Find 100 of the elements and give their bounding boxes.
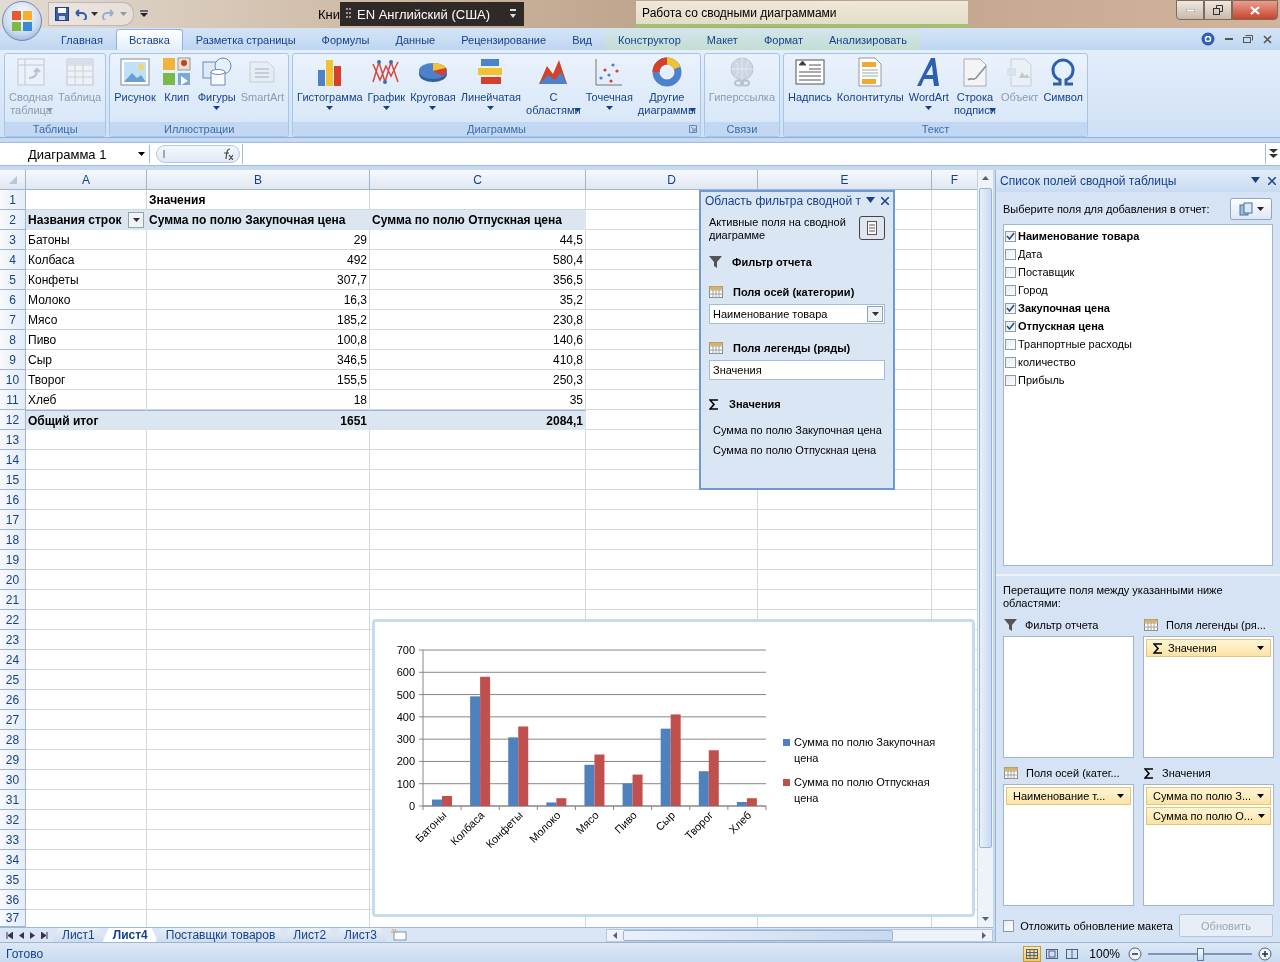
language-bar[interactable]: EN Английский (США) [340,2,525,26]
field-button[interactable]: Сумма по полю З... [1146,787,1271,805]
dropdown-field[interactable]: Наименование товара [709,304,885,324]
row-number[interactable]: 2 [0,210,26,230]
ribbon-tab[interactable]: Вид [559,29,606,50]
row-number[interactable]: 15 [0,470,26,490]
field-label[interactable]: Город [1018,284,1048,296]
close-icon[interactable] [1268,177,1276,185]
drop-area[interactable]: Наименование т... [1003,784,1134,906]
field-button[interactable]: Значения [1146,639,1271,657]
field-label[interactable]: Поставщик [1018,266,1075,278]
zoom-level[interactable]: 100% [1089,947,1120,961]
ribbon-button[interactable]: Другие диаграммы [635,56,698,122]
ribbon-button[interactable]: С областями [524,56,583,122]
field-label[interactable]: Дата [1018,248,1043,260]
minimize-button[interactable] [1176,0,1204,20]
first-sheet-icon[interactable] [6,931,13,939]
view-button[interactable] [1023,946,1042,962]
row-number[interactable]: 22 [0,610,26,630]
ribbon-tab[interactable]: Рецензирование [448,29,560,50]
checkbox[interactable] [1005,284,1016,296]
row-number[interactable]: 30 [0,770,26,790]
caret-icon[interactable] [91,12,98,16]
row-number[interactable]: 37 [0,910,26,927]
row-number[interactable]: 28 [0,730,26,750]
sheet-tab[interactable]: Лист1 [52,928,105,942]
checkbox[interactable] [1005,266,1016,278]
row-number[interactable]: 31 [0,790,26,810]
layout-button[interactable] [1230,198,1272,220]
row-number[interactable]: 1 [0,190,26,210]
close-button[interactable] [1232,0,1278,20]
vertical-scrollbar[interactable] [977,170,993,927]
horizontal-scrollbar[interactable] [606,928,993,942]
zoom-thumb[interactable] [1197,947,1204,961]
row-number[interactable]: 5 [0,270,26,290]
field-label[interactable]: Отпускная цена [1018,320,1104,332]
sheet-tab[interactable]: Лист3 [334,928,387,942]
checkbox[interactable] [1005,230,1016,242]
row-number[interactable]: 4 [0,250,26,270]
dropdown-icon[interactable] [1251,177,1260,183]
filter-button[interactable] [128,212,144,228]
column-header[interactable]: E [758,170,932,190]
checkbox[interactable] [1005,302,1016,314]
checkbox[interactable] [1005,356,1016,368]
row-number[interactable]: 18 [0,530,26,550]
row-number[interactable]: 10 [0,370,26,390]
column-header[interactable]: B [147,170,370,190]
row-number[interactable]: 9 [0,350,26,370]
drop-area[interactable]: Сумма по полю З... Сумма по полю О... [1143,784,1274,906]
customize-icon[interactable] [140,10,148,18]
field-label[interactable]: количество [1018,356,1076,368]
dropdown-icon[interactable] [866,197,875,203]
field-label[interactable]: Транпортные расходы [1018,338,1132,350]
sheet-tab[interactable]: Поставщки товаров [155,928,286,942]
save-icon[interactable] [55,7,69,21]
row-number[interactable]: 7 [0,310,26,330]
next-sheet-icon[interactable] [30,931,35,939]
column-header[interactable]: A [26,170,147,190]
previous-sheet-icon[interactable] [19,931,24,939]
sheet-tab[interactable]: Лист4 [102,928,158,942]
drop-area[interactable]: Значения [1143,636,1274,758]
row-number[interactable]: 12 [0,410,26,430]
row-number[interactable]: 36 [0,890,26,910]
ribbon-button[interactable]: График [365,56,408,122]
row-number[interactable]: 11 [0,390,26,410]
column-header[interactable]: D [586,170,758,190]
dialog-launcher-icon[interactable] [688,125,697,133]
ribbon-button[interactable]: WordArt [906,56,951,122]
maximize-button[interactable] [1204,0,1232,20]
ribbon-button[interactable]: Рисунок [112,56,158,122]
undo-icon[interactable] [73,8,87,20]
column-header[interactable]: C [370,170,586,190]
ribbon-tab[interactable]: Формулы [308,29,383,50]
ribbon-tab[interactable]: Формат [750,29,816,50]
checkbox[interactable] [1005,338,1016,350]
row-number[interactable]: 21 [0,590,26,610]
row-number[interactable]: 19 [0,550,26,570]
ribbon-button[interactable]: Клип [158,56,195,122]
help-icon[interactable] [1201,32,1215,46]
ribbon-button[interactable]: Строка подписи [951,56,998,122]
zoom-out-icon[interactable] [1128,947,1142,961]
row-number[interactable]: 17 [0,510,26,530]
field-label[interactable]: Закупочная цена [1018,302,1110,314]
field-list-button[interactable] [859,216,885,240]
zoom-in-icon[interactable] [1258,947,1272,961]
row-number[interactable]: 27 [0,710,26,730]
column-header[interactable]: F [932,170,977,190]
ribbon-tab[interactable]: Макет [693,29,751,50]
field-button[interactable]: Наименование т... [1006,787,1131,805]
row-number[interactable]: 29 [0,750,26,770]
close-icon[interactable] [881,197,889,205]
checkbox[interactable] [1005,320,1016,332]
checkbox[interactable] [1005,374,1016,386]
row-number[interactable]: 33 [0,830,26,850]
row-number[interactable]: 3 [0,230,26,250]
ribbon-button[interactable]: Символ [1041,56,1086,122]
row-number[interactable]: 13 [0,430,26,450]
close-icon[interactable] [1263,34,1272,44]
ribbon-button[interactable]: Колонтитулы [834,56,906,122]
last-sheet-icon[interactable] [41,931,48,939]
